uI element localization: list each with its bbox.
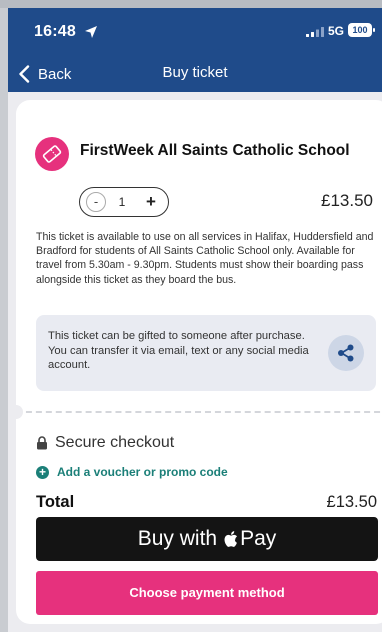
apple-logo-icon: [224, 531, 238, 547]
signal-icon: [306, 27, 324, 37]
battery-tip: [373, 28, 375, 32]
share-button[interactable]: [328, 335, 364, 371]
ticket-card: FirstWeek All Saints Catholic School - 1…: [9, 100, 382, 624]
screen-top-strip: [0, 0, 382, 8]
quantity-value: 1: [118, 195, 126, 209]
ticket-title: FirstWeek All Saints Catholic School: [80, 142, 350, 159]
quantity-stepper: - 1 +: [79, 187, 169, 217]
ticket-notch-left: [9, 405, 23, 419]
voucher-label: Add a voucher or promo code: [57, 465, 228, 479]
ticket-icon: [35, 137, 69, 171]
status-time: 16:48: [34, 23, 76, 40]
ticket-divider: [16, 411, 382, 413]
ticket-description: This ticket is available to use on all s…: [36, 231, 374, 286]
network-type: 5G: [328, 24, 345, 38]
apple-pay-suffix: Pay: [240, 527, 277, 550]
gift-info-text: This ticket can be gifted to someone aft…: [48, 330, 309, 371]
decrease-quantity-button[interactable]: -: [86, 192, 106, 212]
secure-checkout-row: Secure checkout: [36, 433, 174, 453]
location-arrow-icon: [85, 26, 97, 38]
battery-level: 100: [348, 23, 372, 37]
apple-pay-prefix: Buy with: [137, 527, 218, 550]
add-voucher-link[interactable]: + Add a voucher or promo code: [36, 464, 228, 480]
share-icon: [338, 344, 354, 362]
page-title: Buy ticket: [162, 64, 228, 81]
app-header: 16:48 5G 100 Back Buy ticket: [8, 8, 382, 92]
choose-payment-method-button[interactable]: Choose payment method: [36, 571, 378, 615]
status-bar: 16:48 5G 100: [8, 8, 382, 54]
secure-checkout-label: Secure checkout: [55, 434, 175, 451]
lock-icon: [37, 436, 47, 450]
plus-circle-icon: +: [36, 465, 49, 479]
battery-icon: 100: [348, 23, 375, 37]
ticket-price: £13.50: [321, 191, 373, 210]
increase-quantity-button[interactable]: +: [140, 191, 162, 213]
apple-pay-button[interactable]: Buy with Pay: [36, 517, 378, 561]
nav-bar: Back Buy ticket: [8, 54, 382, 92]
total-label: Total: [36, 493, 75, 511]
gift-info-box: This ticket can be gifted to someone aft…: [36, 315, 376, 391]
content-sheet: FirstWeek All Saints Catholic School - 1…: [8, 92, 382, 632]
total-value: £13.50: [326, 493, 377, 511]
